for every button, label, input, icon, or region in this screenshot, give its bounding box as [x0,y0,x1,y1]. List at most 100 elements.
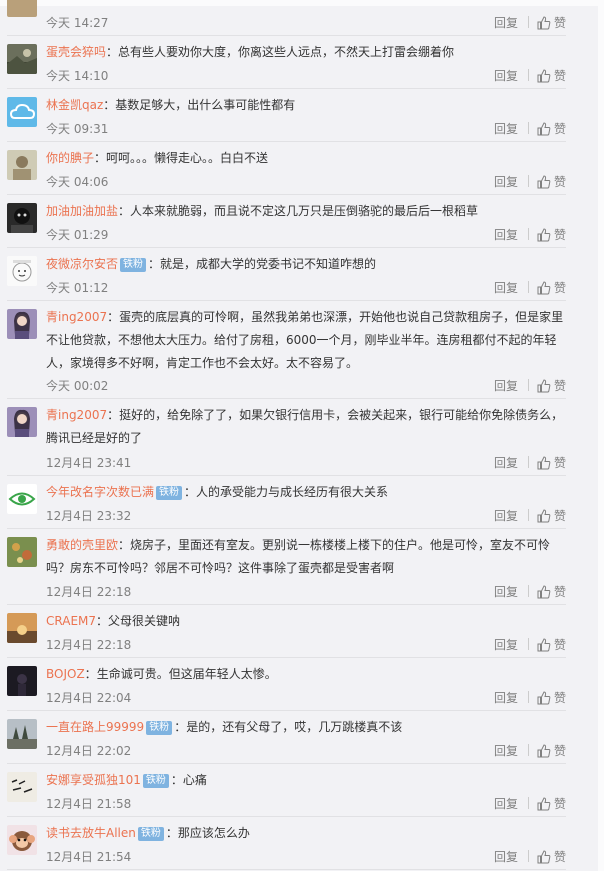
user-avatar[interactable] [7,97,37,127]
like-button[interactable]: 赞 [554,744,566,758]
like-button[interactable]: 赞 [554,69,566,83]
thumbs-up-icon[interactable] [537,228,551,246]
like-button[interactable]: 赞 [554,509,566,523]
thumbs-up-icon[interactable] [537,379,551,397]
reply-button[interactable]: 回复 [494,121,518,137]
comment-colon: ： [118,204,131,218]
comment-username[interactable]: 勇敢的壳里欧 [46,538,118,552]
like-button[interactable]: 赞 [554,379,566,393]
comment-username[interactable]: 你的腆子 [46,151,94,165]
comment-username[interactable]: 今年改名字次数已满 [46,485,154,499]
user-avatar[interactable] [7,256,37,286]
user-avatar[interactable] [7,150,37,180]
thumbs-up-icon[interactable] [537,691,551,709]
user-avatar[interactable] [7,613,37,643]
like-button[interactable]: 赞 [554,585,566,599]
thumbs-up-icon[interactable] [537,281,551,299]
reply-button[interactable]: 回复 [494,849,518,865]
comment-username[interactable]: 一直在路上99999 [46,720,144,734]
like-button[interactable]: 赞 [554,456,566,470]
reply-button[interactable]: 回复 [494,743,518,759]
user-avatar[interactable] [7,44,37,74]
thumbs-up-icon[interactable] [537,69,551,87]
reply-button[interactable]: 回复 [494,508,518,524]
comment-item: 蛋壳会猝吗：总有些人要劝你大度，你离这些人远点，不然天上打雷会绷着你 今天 14… [7,36,566,89]
thumbs-up-icon[interactable] [537,744,551,762]
comment-item: 加油加油加盐：人本来就脆弱，而且说不定这几万只是压倒骆驼的最后后一根稻草 今天 … [7,195,566,248]
comment-text: 加油加油加盐：人本来就脆弱，而且说不定这几万只是压倒骆驼的最后后一根稻草 [46,200,566,223]
reply-button[interactable]: 回复 [494,68,518,84]
comment-colon: ： [165,826,178,840]
comment-username[interactable]: 加油加油加盐 [46,204,118,218]
reply-button[interactable]: 回复 [494,174,518,190]
like-button[interactable]: 赞 [554,691,566,705]
comment-timestamp: 12月4日 22:02 [46,744,132,758]
thumbs-up-icon[interactable] [537,456,551,474]
like-button[interactable]: 赞 [554,122,566,136]
thumbs-up-icon[interactable] [537,16,551,34]
like-button[interactable]: 赞 [554,281,566,295]
comment-username[interactable]: 蛋壳会猝吗 [46,45,106,59]
thumbs-up-icon[interactable] [537,797,551,815]
thumbs-up-icon[interactable] [537,850,551,868]
comment-actions: 回复 赞 [494,796,566,812]
comment-username[interactable]: 青ing2007 [46,408,107,422]
comment-colon: ： [174,720,187,734]
comment-username[interactable]: CRAEM7 [46,614,96,628]
like-button[interactable]: 赞 [554,175,566,189]
comment-item: BOJOZ：生命诚可贵。但这届年轻人太惨。 12月4日 22:04 回复 赞 [7,658,566,711]
user-avatar[interactable] [7,537,37,567]
like-button[interactable]: 赞 [554,16,566,30]
reply-button[interactable]: 回复 [494,584,518,600]
comment-item: CRAEM7：父母很关键呐 12月4日 22:18 回复 赞 [7,605,566,658]
comment-item: 林金凯qaz：基数足够大，出什么事可能性都有 今天 09:31 回复 赞 [7,89,566,142]
comment-username[interactable]: 安娜享受孤独101 [46,773,141,787]
comment-colon: ： [118,538,131,552]
reply-button[interactable]: 回复 [494,378,518,394]
comment-body: 那应该怎么办 [177,826,250,840]
comment-body: 基数足够大，出什么事可能性都有 [115,98,296,112]
comment-body: 就是，成都大学的党委书记不知道咋想的 [160,257,377,271]
comment-username[interactable]: 青ing2007 [46,310,107,324]
like-button[interactable]: 赞 [554,638,566,652]
comment-username[interactable]: 林金凯qaz [46,98,103,112]
reply-button[interactable]: 回复 [494,227,518,243]
comment-text: 今年改名字次数已满 铁粉 ：人的承受能力与成长经历有很大关系 [46,481,566,504]
action-divider [527,175,529,187]
reply-button[interactable]: 回复 [494,690,518,706]
thumbs-up-icon[interactable] [537,509,551,527]
reply-button[interactable]: 回复 [494,280,518,296]
user-avatar[interactable] [7,666,37,696]
reply-button[interactable]: 回复 [494,637,518,653]
thumbs-up-icon[interactable] [537,638,551,656]
like-button[interactable]: 赞 [554,228,566,242]
comment-actions: 回复 赞 [494,15,566,31]
comment-username[interactable]: BOJOZ [46,667,85,681]
comment-timestamp: 今天 14:27 [46,16,109,30]
thumbs-up-icon[interactable] [537,175,551,193]
reply-button[interactable]: 回复 [494,796,518,812]
thumbs-up-icon[interactable] [537,585,551,603]
user-avatar[interactable] [7,825,37,855]
like-button[interactable]: 赞 [554,850,566,864]
reply-button[interactable]: 回复 [494,15,518,31]
comment-body: 人本来就脆弱，而且说不定这几万只是压倒骆驼的最后后一根稻草 [130,204,479,218]
comment-username[interactable]: 夜微凉尔安否 [46,257,118,271]
reply-button[interactable]: 回复 [494,455,518,471]
user-avatar[interactable] [7,203,37,233]
user-avatar[interactable] [7,484,37,514]
action-divider [527,122,529,134]
comment-body: 父母很关键呐 [108,614,181,628]
user-avatar[interactable] [7,719,37,749]
like-button[interactable]: 赞 [554,797,566,811]
user-avatar[interactable] [7,772,37,802]
comment-actions: 回复 赞 [494,121,566,137]
user-avatar[interactable] [7,407,37,437]
comment-timestamp: 今天 04:06 [46,175,109,189]
comment-username[interactable]: 读书去放牛Allen [46,826,136,840]
user-avatar[interactable] [7,0,37,17]
comment-text: 你的腆子：呵呵。。。懒得走心。。白白不送 [46,147,566,170]
comment-timestamp: 12月4日 23:32 [46,509,132,523]
user-avatar[interactable] [7,309,37,339]
thumbs-up-icon[interactable] [537,122,551,140]
